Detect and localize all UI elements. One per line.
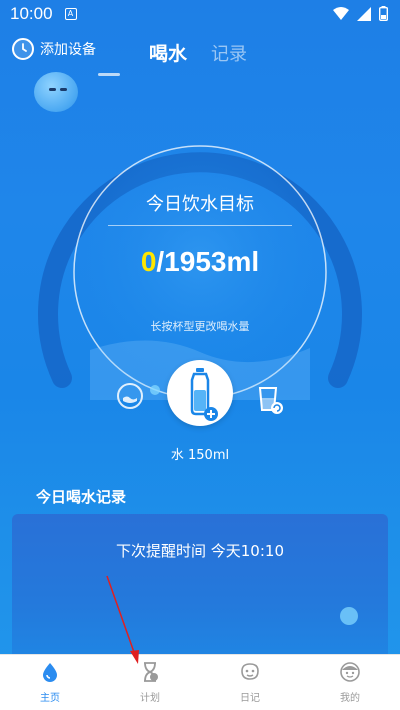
water-level-icon[interactable]: [117, 383, 143, 409]
wifi-icon: [333, 6, 349, 20]
profile-icon: [340, 662, 360, 682]
tabbar-item-diary[interactable]: 日记: [200, 655, 300, 710]
bottom-tabbar: 主页 计划 日记 我的: [0, 654, 400, 710]
tab-drink[interactable]: 喝水: [149, 39, 187, 66]
add-device-button[interactable]: 添加设备: [12, 38, 96, 60]
cup-amount: 水 150ml: [170, 448, 230, 463]
tabbar-item-home[interactable]: 主页: [0, 655, 100, 710]
notification-icon: A: [64, 8, 77, 20]
tabbar-label: 日记: [240, 693, 260, 704]
records-title: 今日喝水记录: [36, 488, 127, 506]
bubble-decoration: [340, 607, 358, 625]
status-icons: [333, 6, 388, 21]
drink-bottle-button[interactable]: [167, 360, 233, 426]
tabbar-label: 主页: [40, 693, 60, 704]
goal-divider: [108, 225, 292, 226]
goal-value: 0/1953ml: [0, 246, 400, 278]
cup-swap-icon[interactable]: [258, 384, 283, 414]
status-bar: 10:00 A: [0, 0, 400, 28]
tab-underline: [98, 73, 120, 76]
goal-title: 今日饮水目标: [146, 194, 254, 215]
tab-record[interactable]: 记录: [211, 40, 247, 66]
water-mascot: [34, 72, 78, 112]
hourglass-icon: [144, 662, 158, 682]
add-device-label: 添加设备: [40, 42, 96, 58]
battery-icon: [379, 6, 388, 21]
records-card: [12, 514, 388, 664]
tabbar-item-plan[interactable]: 计划: [100, 655, 200, 710]
goal-target-amount: /1953ml: [156, 246, 260, 277]
signal-icon: [357, 6, 371, 21]
diary-icon: [241, 663, 259, 680]
bottle-icon: [190, 368, 218, 421]
tabbar-label: 我的: [340, 693, 360, 704]
goal-current-amount: 0: [140, 246, 157, 277]
status-time: 10:00: [10, 4, 53, 23]
tabbar-label: 计划: [140, 693, 160, 704]
mascot-eye: [60, 88, 67, 91]
bubble-decoration: [150, 385, 160, 395]
water-drop-icon: [43, 663, 57, 682]
mascot-eye: [49, 88, 56, 91]
tabbar-item-profile[interactable]: 我的: [300, 655, 400, 710]
header: 添加设备 喝水 记录: [0, 38, 400, 70]
watch-icon: [12, 38, 34, 60]
cup-hint: 长按杯型更改喝水量: [150, 320, 250, 333]
next-reminder: 下次提醒时间 今天10:10: [116, 542, 284, 560]
